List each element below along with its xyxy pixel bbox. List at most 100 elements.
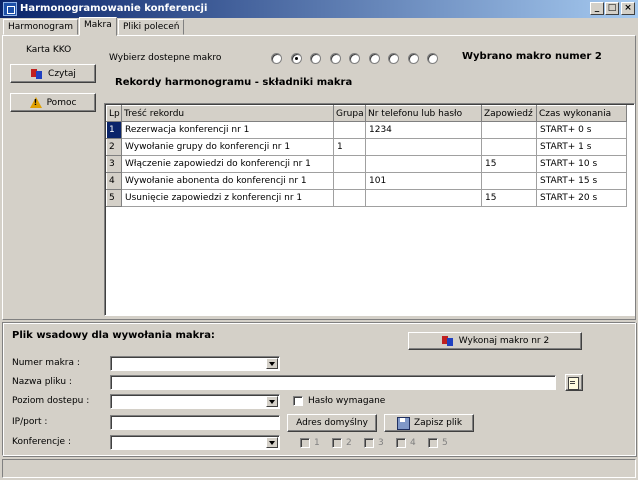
conference-checkbox-2[interactable] [332, 438, 342, 448]
default-address-label: Adres domyślny [296, 418, 368, 428]
status-bar [2, 459, 636, 478]
batch-title: Plik wsadowy dla wywołania makra: [12, 330, 215, 341]
macro-radio-3[interactable] [310, 53, 321, 64]
table-row[interactable]: 5 Usunięcie zapowiedzi z konferencji nr 1… [106, 189, 627, 207]
sidebar-title: Karta KKO [26, 45, 72, 55]
cell-phone[interactable] [365, 155, 482, 173]
table-row[interactable]: 1 Rezerwacja konferencji nr 1 1234 START+ 0… [106, 121, 627, 139]
ip-port-label: IP/port : [12, 417, 48, 427]
records-title: Rekordy harmonogramu - składniki makra [115, 77, 353, 88]
help-button-label: Pomoc [46, 97, 77, 108]
browse-file-button[interactable] [565, 374, 583, 391]
conferences-combo[interactable] [110, 435, 280, 450]
file-name-label: Nazwa pliku : [12, 377, 72, 387]
cell-phone[interactable]: 101 [365, 172, 482, 190]
browse-icon [567, 376, 581, 390]
cell-time[interactable]: START+ 10 s [536, 155, 627, 173]
save-icon [396, 417, 410, 430]
column-header-phone[interactable]: Nr telefonu lub hasło [365, 105, 482, 122]
conference-checkbox-5[interactable] [428, 438, 438, 448]
cell-group[interactable]: 1 [333, 138, 366, 156]
default-address-button[interactable]: Adres domyślny [287, 414, 377, 432]
column-header-group[interactable]: Grupa [333, 105, 366, 122]
help-button[interactable]: Pomoc [10, 93, 96, 112]
save-file-button[interactable]: Zapisz plik [384, 414, 474, 432]
cell-phone[interactable] [365, 138, 482, 156]
selected-macro-text: Wybrano makro numer 2 [462, 51, 602, 62]
macro-radio-8[interactable] [407, 53, 419, 64]
cell-time[interactable]: START+ 20 s [536, 189, 627, 207]
cell-announcement[interactable]: 15 [481, 155, 537, 173]
cell-group[interactable] [333, 155, 366, 173]
cell-content[interactable]: Wywołanie abonenta do konferencji nr 1 [121, 172, 334, 190]
file-name-input[interactable] [110, 375, 556, 390]
macro-radio-5[interactable] [349, 53, 360, 64]
column-header-lp[interactable]: Lp [106, 105, 122, 122]
cell-lp[interactable]: 4 [106, 172, 122, 190]
column-header-time[interactable]: Czas wykonania [536, 105, 627, 122]
tab-harmonogram[interactable]: Harmonogram [3, 19, 79, 35]
cell-content[interactable]: Rezerwacja konferencji nr 1 [121, 121, 334, 139]
maximize-button[interactable]: □ [605, 2, 619, 15]
tab-makra[interactable]: Makra [79, 17, 117, 36]
run-macro-label: Wykonaj makro nr 2 [458, 336, 550, 346]
run-icon [441, 335, 455, 347]
macro-radio-6[interactable] [368, 53, 380, 64]
cell-group[interactable] [333, 172, 366, 190]
save-file-label: Zapisz plik [413, 418, 463, 428]
macro-radio-4[interactable] [329, 53, 341, 64]
ip-port-input[interactable] [110, 415, 280, 430]
cell-announcement[interactable] [481, 172, 537, 190]
read-button[interactable]: Czytaj [10, 64, 96, 83]
cell-lp[interactable]: 1 [106, 121, 122, 139]
access-level-label: Poziom dostepu : [12, 396, 90, 406]
macro-number-combo[interactable] [110, 356, 280, 371]
cell-time[interactable]: START+ 0 s [536, 121, 627, 139]
cell-time[interactable]: START+ 1 s [536, 138, 627, 156]
cell-lp[interactable]: 2 [106, 138, 122, 156]
tab-pliki-polecen[interactable]: Pliki poleceń [118, 19, 185, 35]
macro-radio-7[interactable] [388, 53, 399, 64]
conference-checkbox-label: 2 [346, 438, 352, 448]
cell-announcement[interactable] [481, 138, 537, 156]
conference-checkbox-3[interactable] [364, 438, 374, 448]
chevron-down-icon[interactable] [266, 396, 278, 407]
cell-group[interactable] [333, 189, 366, 207]
close-button[interactable]: × [621, 2, 635, 15]
macro-select-label: Wybierz dostepne makro [109, 53, 222, 63]
cell-lp[interactable]: 3 [106, 155, 122, 173]
column-header-announcement[interactable]: Zapowiedź [481, 105, 537, 122]
cell-content[interactable]: Wywołanie grupy do konferencji nr 1 [121, 138, 334, 156]
conference-checkbox-1[interactable] [300, 438, 310, 448]
cell-content[interactable]: Włączenie zapowiedzi do konferencji nr 1 [121, 155, 334, 173]
conference-checkbox-label: 3 [378, 438, 384, 448]
access-level-combo[interactable] [110, 394, 280, 409]
table-row[interactable]: 3 Włączenie zapowiedzi do konferencji nr … [106, 155, 627, 173]
cell-announcement[interactable] [481, 121, 537, 139]
macro-radio-1[interactable] [271, 53, 282, 64]
cell-lp[interactable]: 5 [106, 189, 122, 207]
macro-number-label: Numer makra : [12, 358, 80, 368]
macro-radio-9[interactable] [427, 53, 438, 64]
chevron-down-icon[interactable] [266, 358, 278, 369]
chevron-down-icon[interactable] [266, 437, 278, 448]
cell-announcement[interactable]: 15 [481, 189, 537, 207]
window-title: Harmonogramowanie konferencji [20, 3, 208, 14]
macro-radio-2[interactable] [290, 53, 302, 64]
cell-time[interactable]: START+ 15 s [536, 172, 627, 190]
password-required-checkbox[interactable] [293, 396, 303, 406]
cell-group[interactable] [333, 121, 366, 139]
run-macro-button[interactable]: Wykonaj makro nr 2 [408, 332, 582, 350]
read-button-label: Czytaj [48, 68, 76, 79]
column-header-content[interactable]: Treść rekordu [121, 105, 334, 122]
minimize-button[interactable]: _ [590, 2, 604, 15]
password-required-label: Hasło wymagane [308, 396, 386, 406]
conference-checkbox-4[interactable] [396, 438, 406, 448]
table-row[interactable]: 2 Wywołanie grupy do konferencji nr 1 1 STA… [106, 138, 627, 156]
conference-checkbox-label: 1 [314, 438, 320, 448]
cell-phone[interactable] [365, 189, 482, 207]
table-row[interactable]: 4 Wywołanie abonenta do konferencji nr 1 1… [106, 172, 627, 190]
cell-phone[interactable]: 1234 [365, 121, 482, 139]
warning-icon [29, 96, 43, 109]
cell-content[interactable]: Usunięcie zapowiedzi z konferencji nr 1 [121, 189, 334, 207]
